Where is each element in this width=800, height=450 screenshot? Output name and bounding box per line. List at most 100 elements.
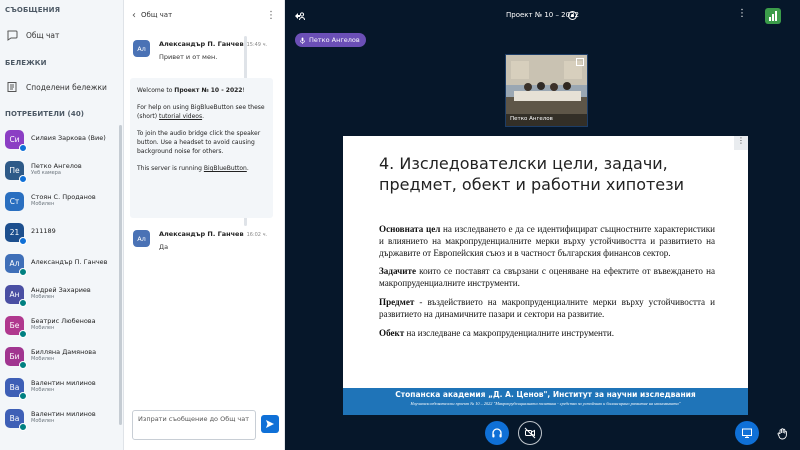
shared-notes-item[interactable]: Споделени бележки bbox=[0, 76, 118, 98]
shared-notes-label: Споделени бележки bbox=[26, 82, 107, 92]
server-text: . bbox=[246, 165, 249, 172]
avatar: Ан bbox=[5, 284, 27, 307]
avatar: Ст bbox=[5, 191, 24, 211]
message-text: Да bbox=[159, 243, 169, 251]
user-list-item[interactable]: Ва Валентин милинов Мобилен bbox=[0, 403, 118, 433]
users-sidebar: СЪОБЩЕНИЯ Общ чат БЕЛЕЖКИ Споделени беле… bbox=[0, 0, 124, 450]
user-list-item[interactable]: Ст Стоян С. Проданов Мобилен bbox=[0, 186, 118, 216]
avatar: Ал bbox=[133, 40, 150, 57]
meeting-title: Проект № 10 – 2022 bbox=[505, 11, 579, 19]
user-name: Силвия Заркова (Вие) bbox=[31, 135, 106, 143]
chat-panel: ‹ Общ чат ⋮ Ал Александър П. Ганчев 15:49… bbox=[124, 0, 285, 450]
record-button[interactable] bbox=[568, 11, 577, 20]
notes-icon bbox=[7, 82, 17, 92]
slide-term: Задачите bbox=[379, 266, 417, 277]
user-info: Валентин милинов Мобилен bbox=[31, 411, 96, 424]
public-chat-item[interactable]: Общ чат bbox=[0, 24, 118, 46]
avatar: Пе bbox=[5, 160, 27, 183]
user-list-item[interactable]: Ал Александър П. Ганчев bbox=[0, 248, 118, 278]
microphone-status-icon bbox=[19, 298, 27, 307]
slide-text: - въздействието на макропруденциалните м… bbox=[379, 297, 715, 319]
slide-text: които се поставят са свързани с оценяван… bbox=[379, 266, 715, 289]
slide-text: на изследване са макропруденциалните инс… bbox=[404, 327, 615, 338]
tutorial-videos-link[interactable]: tutorial videos bbox=[159, 113, 202, 120]
talking-user-name: Петко Ангелов bbox=[309, 36, 360, 44]
user-name: 211189 bbox=[31, 228, 56, 236]
screen-icon bbox=[742, 428, 752, 438]
send-message-button[interactable] bbox=[261, 415, 279, 433]
user-device: Мобилен bbox=[31, 355, 55, 362]
talking-indicator[interactable]: Петко Ангелов bbox=[295, 33, 366, 47]
user-list-item[interactable]: Би Билляна Дамянова Мобилен bbox=[0, 341, 118, 371]
webcam-video[interactable]: Петко Ангелов bbox=[505, 54, 588, 127]
microphone-status-icon bbox=[19, 236, 27, 245]
message-author: Александър П. Ганчев bbox=[159, 40, 244, 48]
user-info: Андрей Захариев Мобилен bbox=[31, 287, 91, 300]
chevron-left-icon[interactable]: ‹ bbox=[132, 10, 136, 21]
connection-status-button[interactable] bbox=[765, 8, 781, 24]
welcome-text: ! bbox=[242, 87, 245, 94]
chat-message-input[interactable]: Изпрати съобщение до Общ чат bbox=[132, 410, 256, 440]
presentation-options-icon[interactable]: ⋮ bbox=[734, 136, 748, 150]
options-menu-icon[interactable]: ⋮ bbox=[737, 8, 747, 19]
audio-help-text: To join the audio bridge click the speak… bbox=[137, 130, 261, 155]
avatar: Ва bbox=[5, 408, 27, 431]
user-list-item[interactable]: Ан Андрей Захариев Мобилен bbox=[0, 279, 118, 309]
avatar: Ал bbox=[133, 230, 150, 247]
help-text: . bbox=[202, 113, 205, 120]
user-list-item[interactable]: Си Силвия Заркова (Вие) bbox=[0, 124, 118, 154]
user-list-item[interactable]: Пе Петко Ангелов Уеб камера bbox=[0, 155, 118, 185]
camera-off-icon bbox=[524, 427, 536, 439]
bigbluebutton-link[interactable]: BigBlueButton bbox=[204, 165, 247, 172]
message-text: Привет и от мен. bbox=[159, 53, 218, 61]
signal-bars-icon bbox=[769, 11, 777, 21]
user-info: Валентин милинов Мобилен bbox=[31, 380, 96, 393]
user-device: Мобилен bbox=[31, 417, 55, 424]
headphones-icon bbox=[492, 428, 502, 438]
fullscreen-icon[interactable] bbox=[576, 58, 584, 66]
raise-hand-button[interactable] bbox=[770, 421, 794, 445]
user-info: Беатрис Любенова Мобилен bbox=[31, 318, 96, 331]
chat-header: ‹ Общ чат ⋮ bbox=[124, 0, 284, 30]
user-info: Петко Ангелов Уеб камера bbox=[31, 163, 82, 176]
microphone-status-icon bbox=[19, 391, 27, 400]
microphone-status-icon bbox=[19, 267, 27, 276]
avatar: Би bbox=[5, 346, 27, 369]
sidebar-scrollbar[interactable] bbox=[119, 125, 122, 425]
user-list-item[interactable]: Бе Беатрис Любенова Мобилен bbox=[0, 310, 118, 340]
avatar: 21 bbox=[5, 222, 27, 245]
webcam-user-label: Петко Ангелов bbox=[506, 114, 587, 126]
message-time: 16:02 ч. bbox=[246, 232, 268, 238]
microphone-icon bbox=[299, 36, 306, 44]
messages-section-title: СЪОБЩЕНИЯ bbox=[5, 6, 61, 14]
avatar: Бе bbox=[5, 315, 27, 338]
microphone-status-icon bbox=[19, 360, 27, 369]
user-list-item[interactable]: Ва Валентин милинов Мобилен bbox=[0, 372, 118, 402]
user-device: Мобилен bbox=[31, 293, 55, 300]
avatar: Си bbox=[5, 129, 27, 152]
audio-button[interactable] bbox=[485, 421, 509, 445]
user-list-item[interactable]: 21 211189 bbox=[0, 217, 118, 247]
presentation-slide: ⋮ 4. Изследователски цели, задачи, предм… bbox=[343, 136, 748, 415]
microphone-status-icon bbox=[19, 422, 27, 431]
user-info: Силвия Заркова (Вие) bbox=[31, 135, 106, 142]
chat-title[interactable]: Общ чат bbox=[141, 11, 172, 19]
slide-term: Обект bbox=[379, 327, 405, 338]
notes-section-title: БЕЛЕЖКИ bbox=[5, 59, 47, 67]
message-author: Александър П. Ганчев bbox=[159, 230, 244, 238]
welcome-message: Welcome to Проект № 10 - 2022! For help … bbox=[130, 78, 273, 218]
hand-icon bbox=[777, 427, 787, 439]
slide-footer: Стопанска академия „Д. А. Ценов", Инстит… bbox=[343, 388, 748, 415]
user-name: Александър П. Ганчев bbox=[31, 259, 108, 267]
avatar: Ал bbox=[5, 253, 27, 276]
camera-button[interactable] bbox=[518, 421, 542, 445]
chat-icon bbox=[7, 30, 18, 41]
chat-options-icon[interactable]: ⋮ bbox=[266, 10, 276, 21]
welcome-text: Welcome to bbox=[137, 87, 175, 94]
presentation-area: Проект № 10 – 2022 ⋮ Петко Ангелов Петко… bbox=[285, 0, 800, 450]
public-chat-label: Общ чат bbox=[26, 30, 60, 40]
top-bar: Проект № 10 – 2022 ⋮ bbox=[285, 0, 800, 30]
footer-institution: Стопанска академия „Д. А. Ценов", Инстит… bbox=[395, 390, 696, 399]
message-time: 15:49 ч. bbox=[246, 42, 268, 48]
presentation-button[interactable] bbox=[735, 421, 759, 445]
